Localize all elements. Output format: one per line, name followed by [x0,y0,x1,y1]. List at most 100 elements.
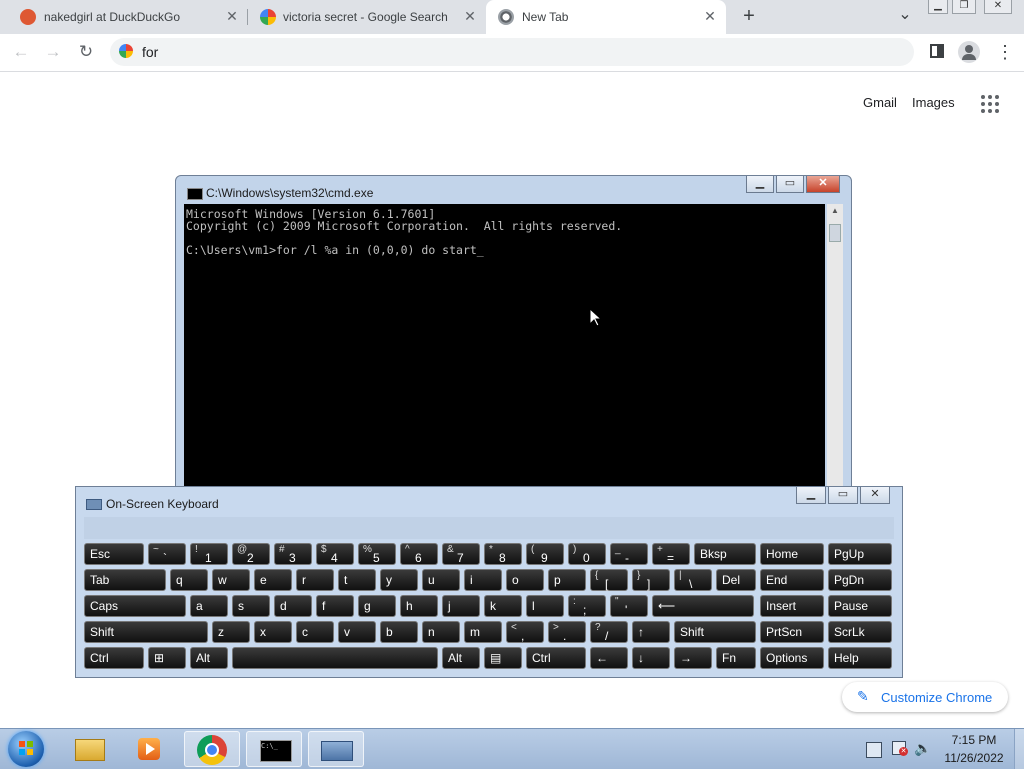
media-player-taskbar-button[interactable] [122,731,178,767]
apps-grid-icon[interactable] [980,94,1000,114]
close-button[interactable]: ✕ [984,0,1012,14]
osk-key[interactable]: j [442,595,480,617]
osk-key[interactable]: Shift [84,621,208,643]
cmd-window[interactable]: C:\Windows\system32\cmd.exe ▁ ▭ ✕ Micros… [175,175,852,495]
osk-key[interactable]: Help [828,647,892,669]
osk-key[interactable]: w [212,569,250,591]
show-desktop-button[interactable] [1014,729,1024,769]
osk-key[interactable]: {[ [590,569,628,591]
osk-key[interactable]: s [232,595,270,617]
explorer-taskbar-button[interactable] [61,731,117,767]
clock-time[interactable]: 7:15 PM [938,733,1010,747]
action-center-icon[interactable] [866,742,882,758]
forward-button[interactable]: → [40,40,66,64]
osk-key[interactable]: ↓ [632,647,670,669]
osk-key[interactable]: p [548,569,586,591]
osk-key[interactable]: Insert [760,595,824,617]
reload-button[interactable]: ↻ [73,40,99,64]
cmd-minimize-button[interactable]: ▁ [746,176,774,193]
osk-key[interactable]: <, [506,621,544,643]
osk-key[interactable]: o [506,569,544,591]
network-warning-icon[interactable]: ✕ [892,741,908,757]
osk-close-button[interactable]: ✕ [860,487,890,504]
osk-key[interactable]: e [254,569,292,591]
menu-kebab-icon[interactable]: ⋮ [996,41,1014,63]
osk-key[interactable]: Home [760,543,824,565]
osk-key[interactable]: @2 [232,543,270,565]
address-input[interactable]: for [142,44,158,60]
osk-key[interactable]: }] [632,569,670,591]
osk-key[interactable]: (9 [526,543,564,565]
osk-key[interactable]: t [338,569,376,591]
osk-key[interactable]: * 8 [484,543,522,565]
clock-date[interactable]: 11/26/2022 [938,751,1010,765]
osk-key[interactable]: ! 1 [190,543,228,565]
tab-new-tab[interactable]: New Tab ✕ [486,0,726,34]
osk-key[interactable]: Ctrl [526,647,586,669]
osk-minimize-button[interactable]: ▁ [796,487,826,504]
tab-search-button[interactable]: ⌄ [896,6,914,24]
osk-key[interactable]: Fn [716,647,756,669]
osk-key[interactable]: Alt [442,647,480,669]
osk-taskbar-button[interactable] [308,731,364,767]
osk-key[interactable]: Alt [190,647,228,669]
osk-key[interactable]: End [760,569,824,591]
restore-button[interactable]: ❐ [952,0,976,14]
osk-key[interactable]: u [422,569,460,591]
scroll-thumb[interactable] [829,224,841,242]
address-bar[interactable]: for [110,38,914,66]
osk-key[interactable]: m [464,621,502,643]
osk-key[interactable]: h [400,595,438,617]
gmail-link[interactable]: Gmail [863,95,897,110]
chrome-taskbar-button[interactable] [184,731,240,767]
osk-key[interactable]: ← [590,647,628,669]
osk-key[interactable]: PgDn [828,569,892,591]
osk-key[interactable]: v [338,621,376,643]
osk-key[interactable]: + = [652,543,690,565]
osk-key[interactable]: _ - [610,543,648,565]
start-orb-icon[interactable] [8,731,44,767]
osk-key[interactable]: a [190,595,228,617]
minimize-button[interactable]: ▁ [928,0,948,14]
osk-key[interactable]: c [296,621,334,643]
scroll-up-icon[interactable]: ▲ [827,204,843,218]
osk-key[interactable]: x [254,621,292,643]
volume-icon[interactable]: 🔈 [914,740,931,757]
osk-key[interactable]: | \ [674,569,712,591]
osk-key[interactable]: z [212,621,250,643]
osk-key[interactable] [232,647,438,669]
tab-close-button[interactable]: ✕ [224,8,240,24]
osk-key[interactable]: ScrLk [828,621,892,643]
images-link[interactable]: Images [912,95,955,110]
cmd-console[interactable]: Microsoft Windows [Version 6.1.7601] Cop… [184,204,825,486]
osk-key[interactable]: b [380,621,418,643]
cmd-maximize-button[interactable]: ▭ [776,176,804,193]
osk-key[interactable]: Ctrl [84,647,144,669]
osk-key[interactable]: ^ 6 [400,543,438,565]
osk-key[interactable]: Pause [828,595,892,617]
osk-key[interactable]: ? / [590,621,628,643]
osk-key[interactable]: #3 [274,543,312,565]
osk-key[interactable]: g [358,595,396,617]
osk-key[interactable]: r [296,569,334,591]
osk-key[interactable]: >. [548,621,586,643]
osk-key[interactable]: ↑ [632,621,670,643]
osk-key[interactable]: ) 0 [568,543,606,565]
osk-key[interactable]: i [464,569,502,591]
profile-avatar-icon[interactable] [958,41,980,63]
cmd-taskbar-button[interactable]: C:\_ [246,731,302,767]
osk-key[interactable]: ▤ [484,647,522,669]
osk-key[interactable]: q [170,569,208,591]
osk-key[interactable]: → [674,647,712,669]
osk-maximize-button[interactable]: ▭ [828,487,858,504]
osk-key[interactable]: :; [568,595,606,617]
osk-key[interactable]: f [316,595,354,617]
osk-key[interactable]: & 7 [442,543,480,565]
osk-key[interactable]: ~ ` [148,543,186,565]
osk-key[interactable]: Tab [84,569,166,591]
new-tab-button[interactable]: + [738,5,760,27]
osk-key[interactable]: PrtScn [760,621,824,643]
cmd-scrollbar[interactable]: ▲ [827,204,843,486]
side-panel-icon[interactable] [930,44,944,58]
on-screen-keyboard-window[interactable]: On-Screen Keyboard ▁ ▭ ✕ Esc ~ `! 1 @2 #3 $4% 5… [75,486,903,678]
